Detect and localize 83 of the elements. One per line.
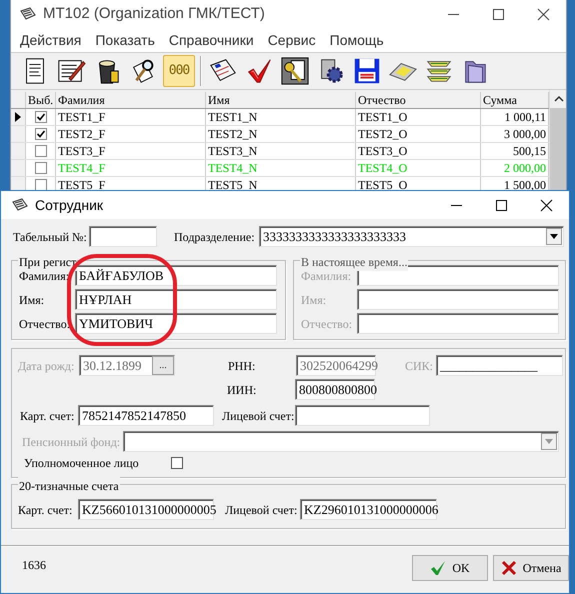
checkbox[interactable] — [34, 128, 46, 140]
ok-button[interactable]: OK — [412, 555, 488, 581]
row-pointer-icon — [15, 112, 21, 122]
field-label: Подразделение: — [174, 228, 256, 246]
row-indicator-cell[interactable] — [11, 126, 26, 142]
checkbox[interactable] — [34, 145, 46, 157]
cancel-button[interactable]: Отмена — [493, 555, 569, 581]
maximize-icon — [494, 198, 509, 212]
menu-item[interactable]: Сервис — [260, 30, 323, 50]
row-indicator-cell[interactable] — [11, 143, 26, 159]
table-cell: TEST2_N — [206, 126, 356, 142]
toolbar-button[interactable] — [279, 55, 311, 87]
input-field[interactable]: БАЙҒАБУЛОВ — [75, 265, 277, 286]
input-field[interactable] — [89, 226, 157, 247]
table-cell: TEST2_O — [356, 126, 481, 142]
column-header[interactable]: Фамилия — [56, 92, 206, 108]
close-icon — [539, 198, 554, 212]
field-label: Фамилия: — [19, 268, 70, 284]
menu-item[interactable]: Действия — [13, 30, 88, 50]
input-field[interactable]: 800800800800 — [295, 379, 375, 400]
input-field[interactable] — [357, 289, 559, 310]
input-field[interactable] — [295, 405, 430, 426]
app-icon — [19, 6, 37, 22]
checkbox[interactable] — [34, 179, 46, 191]
row-indicator-cell[interactable] — [11, 109, 26, 125]
close-icon — [536, 6, 551, 22]
field-label: СИК: — [405, 358, 434, 374]
column-header[interactable]: Имя — [206, 92, 356, 108]
field-label: Табельный №: — [13, 228, 88, 246]
field-label: Лицевой счет: — [222, 408, 295, 424]
cross-icon — [500, 560, 517, 576]
row-indicator-cell[interactable] — [11, 160, 26, 176]
field-label: Карт. счет: — [20, 408, 76, 424]
field-label: Лицевой счет: — [225, 502, 298, 518]
field-label: Имя: — [19, 292, 46, 308]
field-label: Фамилия: — [301, 268, 352, 284]
table-cell: TEST4_O — [356, 160, 481, 176]
field-label: Уполномоченное лицо — [24, 455, 140, 472]
table-cell: TEST1_N — [206, 109, 356, 125]
checkbox[interactable] — [34, 111, 46, 123]
record-number: 1636 — [22, 557, 46, 574]
field-label: Имя: — [301, 292, 328, 308]
table-cell: TEST3_O — [356, 143, 481, 159]
field-label: РНН: — [228, 358, 256, 374]
save-icon — [352, 56, 382, 86]
field-label: Пенсионный фонд: — [22, 434, 122, 450]
toolbar-button[interactable]: 000 — [163, 55, 195, 87]
input-field[interactable]: 302520064299 — [296, 355, 376, 376]
menu-item[interactable]: Справочники — [162, 30, 261, 50]
department-dropdown[interactable]: 3333333333333333333333 — [259, 226, 564, 247]
app-icon — [11, 197, 29, 213]
table-cell: TEST4_F — [56, 160, 206, 176]
menu-item[interactable]: Показать — [88, 30, 162, 50]
table-cell: TEST2_F — [56, 126, 206, 142]
table-cell: TEST3_F — [56, 143, 206, 159]
menu-item[interactable]: Помощь — [322, 30, 391, 50]
input-field[interactable]: KZ296010131000000006 — [300, 499, 437, 520]
minimize-icon — [451, 204, 462, 206]
field-label: Карт. счет: — [18, 502, 74, 518]
checkmark-icon — [430, 560, 446, 576]
dialog-title: Сотрудник — [35, 196, 104, 215]
field-label: Дата рожд: — [18, 358, 76, 374]
column-header[interactable]: Отчество — [356, 92, 481, 108]
table-cell: TEST1_O — [356, 109, 481, 125]
table-cell: TEST3_N — [206, 143, 356, 159]
key-icon — [280, 56, 310, 86]
column-header[interactable]: Выб. — [26, 92, 56, 108]
input-field[interactable]: ҮМИТОВИЧ — [75, 313, 277, 334]
pension-fund-dropdown[interactable] — [123, 431, 559, 452]
window-title: MT102 (Organization ГМК/ТЕСТ) — [43, 4, 265, 24]
input-field[interactable]: KZ566010131000000005 — [78, 499, 214, 520]
table-cell: TEST4_N — [206, 160, 356, 176]
maximize-icon — [491, 6, 506, 22]
field-label: ИИН: — [227, 382, 258, 398]
table-cell: TEST1_F — [56, 109, 206, 125]
input-field[interactable]: НҰРЛАН — [75, 289, 277, 310]
input-field[interactable]: 7852147852147850 — [78, 405, 214, 426]
checkbox[interactable] — [34, 162, 46, 174]
checkbox[interactable] — [171, 457, 183, 469]
scroll-up-icon[interactable] — [552, 94, 564, 104]
input-field[interactable] — [357, 313, 559, 334]
field-label: Отчество: — [19, 316, 72, 332]
field-label: Отчество: — [301, 316, 354, 332]
